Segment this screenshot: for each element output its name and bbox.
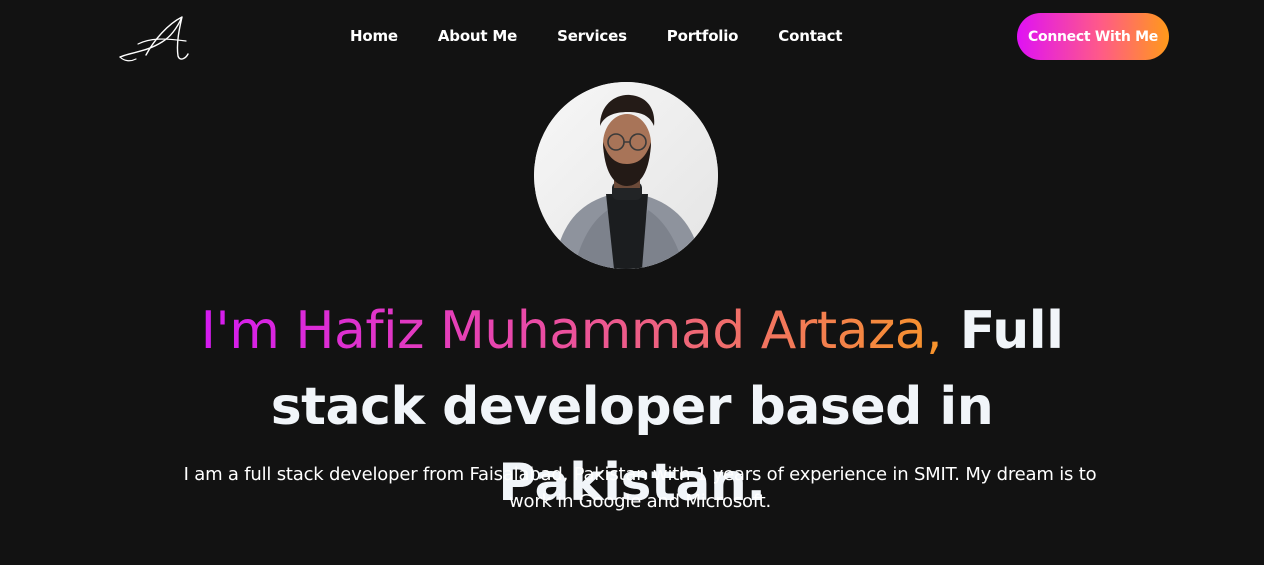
connect-with-me-button[interactable]: Connect With Me — [1017, 13, 1169, 60]
main-nav: Home About Me Services Portfolio Contact — [350, 27, 842, 45]
signature-logo-icon[interactable] — [116, 8, 190, 64]
profile-photo — [534, 82, 718, 269]
nav-link-about-me[interactable]: About Me — [438, 27, 517, 45]
profile-avatar — [534, 82, 718, 269]
hero-description: I am a full stack developer from Faisala… — [183, 464, 1097, 512]
nav-link-portfolio[interactable]: Portfolio — [667, 27, 739, 45]
nav-link-home[interactable]: Home — [350, 27, 398, 45]
nav-link-contact[interactable]: Contact — [778, 27, 842, 45]
navbar: Home About Me Services Portfolio Contact… — [0, 0, 1264, 76]
nav-link-services[interactable]: Services — [557, 27, 627, 45]
hero-name: I'm Hafiz Muhammad Artaza, — [200, 301, 943, 361]
